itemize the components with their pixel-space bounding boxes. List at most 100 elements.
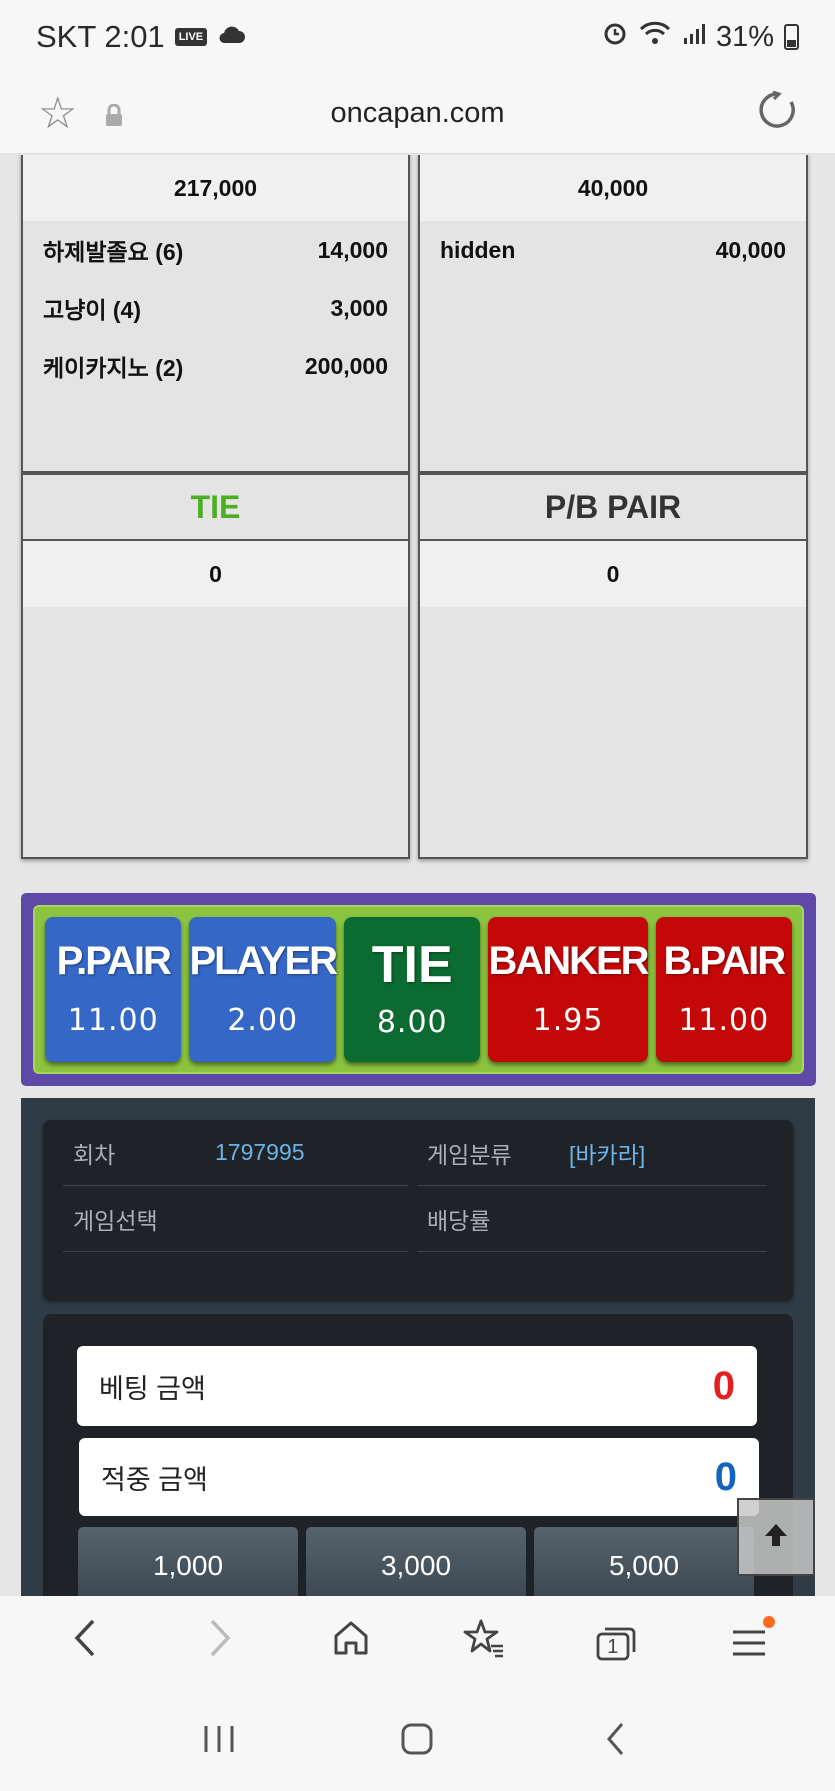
tab-count: 1 xyxy=(607,1635,619,1658)
chevron-right-icon xyxy=(204,1617,234,1670)
cloud-icon xyxy=(217,19,247,55)
odd-label: B.PAIR xyxy=(663,939,786,983)
system-nav-bar xyxy=(0,1691,835,1791)
arrow-up-icon xyxy=(761,1520,791,1555)
win-amount-value: 0 xyxy=(714,1454,737,1499)
chip-3000-button[interactable]: 3,000 xyxy=(305,1526,527,1596)
alarm-icon xyxy=(602,20,628,54)
bookmarks-button[interactable] xyxy=(444,1604,524,1684)
star-list-icon xyxy=(463,1618,505,1669)
back-button[interactable] xyxy=(46,1604,126,1684)
tie-bets-panel: TIE 0 xyxy=(21,473,410,859)
status-bar: SKT 2:01 LIVE 31% xyxy=(0,0,835,74)
category-label: 게임분류 xyxy=(427,1141,512,1168)
bettor-name: 하제발졸요 (6) xyxy=(43,239,184,265)
forward-button[interactable] xyxy=(179,1604,259,1684)
lock-icon[interactable] xyxy=(105,103,123,126)
scroll-top-button[interactable] xyxy=(737,1498,815,1576)
menu-button[interactable] xyxy=(709,1604,789,1684)
recent-apps-button[interactable] xyxy=(179,1706,259,1776)
tie-total: 0 xyxy=(23,541,408,607)
chip-1000-button[interactable]: 1,000 xyxy=(77,1526,299,1596)
page: SKT 2:01 LIVE 31% ☆ oncapan.com 217,000 … xyxy=(0,0,835,1791)
odd-value: 11.00 xyxy=(678,1003,770,1038)
pair-bets-panel: P/B PAIR 0 xyxy=(418,473,808,859)
odd-value: 1.95 xyxy=(532,1003,604,1038)
odd-value: 8.00 xyxy=(376,1005,448,1040)
tabs-button[interactable]: 1 xyxy=(576,1604,656,1684)
selection-label: 게임선택 xyxy=(73,1207,158,1234)
carrier-time: SKT 2:01 xyxy=(36,19,165,54)
odds-label: 배당률 xyxy=(427,1207,491,1234)
browser-bottom-bar: 1 xyxy=(0,1596,835,1691)
chip-5000-button[interactable]: 5,000 xyxy=(533,1526,755,1596)
bet-amount-label: 베팅 금액 xyxy=(99,1373,206,1404)
bet-row: hidden 40,000 xyxy=(420,221,806,279)
url-text[interactable]: oncapan.com xyxy=(0,97,835,130)
odd-label: TIE xyxy=(371,936,453,994)
banker-bets-panel: 40,000 hidden 40,000 xyxy=(418,155,808,473)
bet-amount: 200,000 xyxy=(304,352,388,379)
bet-row: 케이카지노 (2) 200,000 xyxy=(23,337,408,395)
tie-button[interactable]: TIE 8.00 xyxy=(344,917,481,1062)
menu-icon xyxy=(731,1619,767,1669)
win-amount-field: 적중 금액 0 xyxy=(79,1438,759,1516)
chevron-left-icon xyxy=(71,1617,101,1670)
selection-row: 게임선택 xyxy=(63,1186,408,1252)
p-pair-button[interactable]: P.PAIR 11.00 xyxy=(45,917,182,1062)
tie-header: TIE xyxy=(23,475,408,541)
tabs-icon: 1 xyxy=(595,1626,637,1662)
pair-total: 0 xyxy=(420,541,806,607)
battery-icon xyxy=(784,24,799,50)
b-pair-button[interactable]: B.PAIR 11.00 xyxy=(655,917,793,1062)
page-content: 217,000 하제발졸요 (6) 14,000 고냥이 (4) 3,000 케… xyxy=(0,155,835,1596)
win-amount-label: 적중 금액 xyxy=(101,1464,208,1495)
odds-buttons: P.PAIR 11.00 PLAYER 2.00 TIE 8.00 BANKER… xyxy=(33,905,804,1074)
bet-amount: 14,000 xyxy=(317,236,388,263)
home-button[interactable] xyxy=(311,1604,391,1684)
game-info-card: 회차 1797995 게임분류 [바카라] 게임선택 배당률 xyxy=(43,1120,793,1300)
bettor-name: 고냥이 (4) xyxy=(43,297,141,323)
player-bets-panel: 217,000 하제발졸요 (6) 14,000 고냥이 (4) 3,000 케… xyxy=(21,155,410,473)
bet-row: 고냥이 (4) 3,000 xyxy=(23,279,408,337)
reload-icon[interactable] xyxy=(757,90,797,137)
banker-button[interactable]: BANKER 1.95 xyxy=(488,917,650,1062)
odds-row: 배당률 xyxy=(417,1186,767,1252)
back-system-button[interactable] xyxy=(576,1706,656,1776)
category-value: [바카라] xyxy=(569,1141,646,1168)
banker-total: 40,000 xyxy=(420,155,806,221)
live-badge: LIVE xyxy=(174,28,208,46)
bet-amount: 3,000 xyxy=(330,294,388,321)
bet-amount: 40,000 xyxy=(715,236,786,263)
url-bar: ☆ oncapan.com xyxy=(0,74,835,154)
home-system-button[interactable] xyxy=(377,1706,457,1776)
star-outline-icon[interactable]: ☆ xyxy=(38,91,77,136)
player-button[interactable]: PLAYER 2.00 xyxy=(189,917,338,1062)
round-value: 1797995 xyxy=(215,1139,305,1165)
pair-header: P/B PAIR xyxy=(420,475,806,541)
status-right: 31% xyxy=(602,20,799,54)
bet-card: 베팅 금액 0 적중 금액 0 1,000 3,000 5,000 xyxy=(43,1314,793,1596)
wifi-icon xyxy=(638,20,672,54)
status-left: SKT 2:01 LIVE xyxy=(36,19,247,55)
back-chevron-icon xyxy=(604,1721,628,1762)
category-row: 게임분류 [바카라] xyxy=(417,1120,767,1186)
bet-amount-field[interactable]: 베팅 금액 0 xyxy=(77,1346,757,1426)
bettor-name: 케이카지노 (2) xyxy=(43,355,184,381)
odds-bar: P.PAIR 11.00 PLAYER 2.00 TIE 8.00 BANKER… xyxy=(21,893,816,1086)
player-total: 217,000 xyxy=(23,155,408,221)
battery-text: 31% xyxy=(715,20,774,53)
home-square-icon xyxy=(400,1722,434,1761)
round-row: 회차 1797995 xyxy=(63,1120,408,1186)
recent-apps-icon xyxy=(202,1724,236,1759)
betting-section: 회차 1797995 게임분류 [바카라] 게임선택 배당률 베팅 금액 0 적… xyxy=(21,1098,815,1596)
bet-row: 하제발졸요 (6) 14,000 xyxy=(23,221,408,279)
home-icon xyxy=(331,1618,371,1669)
notification-dot xyxy=(762,1615,775,1628)
signal-icon xyxy=(682,21,706,54)
odd-label: BANKER xyxy=(488,939,649,983)
odd-value: 2.00 xyxy=(227,1003,299,1038)
odd-value: 11.00 xyxy=(67,1003,159,1038)
bettor-name: hidden xyxy=(440,236,516,263)
odd-label: P.PAIR xyxy=(56,939,172,983)
